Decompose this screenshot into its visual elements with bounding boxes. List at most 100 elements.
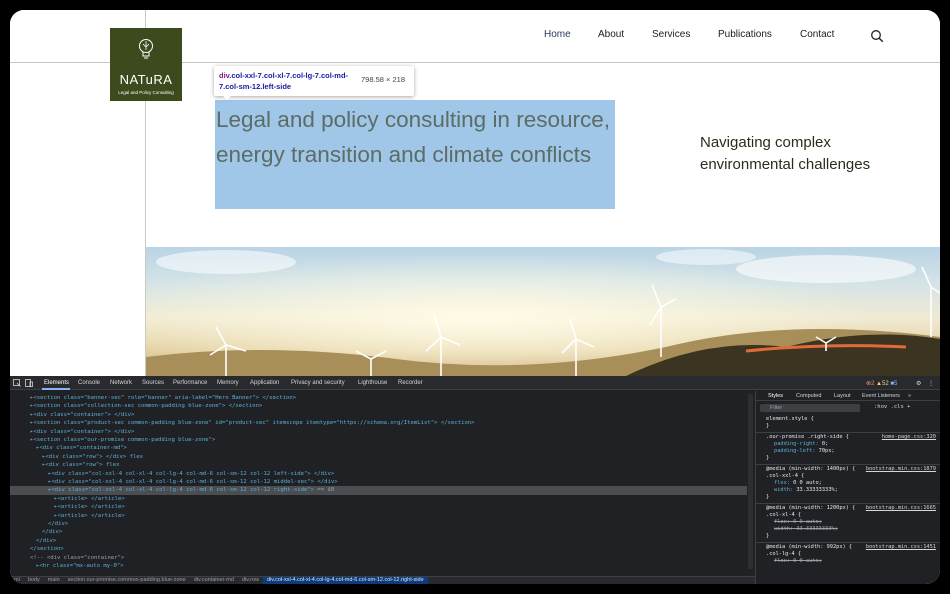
style-rule-line[interactable]: flex: 0 0 auto;	[774, 519, 822, 526]
style-rule-line[interactable]: .col-xxl-4 {	[766, 473, 804, 480]
rule-separator	[756, 503, 940, 504]
dom-node-line[interactable]: ▸<article> </article>	[10, 495, 125, 504]
dom-node-line[interactable]: ▸<div class="row"> </div> flex	[10, 453, 143, 462]
dom-node-line[interactable]: ▸<div class="container"> </div>	[10, 428, 134, 437]
tab-elements[interactable]: Elements	[44, 380, 69, 386]
settings-gear-icon[interactable]: ⚙	[916, 380, 921, 387]
tab-application[interactable]: Application	[250, 380, 279, 386]
style-rule-line[interactable]: flex: 0 0 auto;	[774, 480, 822, 487]
rule-source-link[interactable]: bootstrap.min.css:1665	[866, 505, 936, 512]
rule-source-link[interactable]: home-page.css:320	[882, 434, 936, 441]
tab-performance[interactable]: Performance	[173, 380, 207, 386]
device-toggle-icon[interactable]	[25, 379, 33, 387]
dom-node-line[interactable]: ▸<div class="col-xxl-4 col-xl-4 col-lg-4…	[10, 486, 747, 495]
error-count: 2	[871, 381, 875, 387]
site-logo[interactable]: NATuRA Legal and Policy Consulting	[110, 28, 182, 101]
search-icon[interactable]	[870, 29, 884, 43]
dom-node-line[interactable]: ▸<section class="product-sec common-padd…	[10, 419, 475, 428]
dom-node-line[interactable]: ▸<div class="col-xxl-4 col-xl-4 col-lg-4…	[10, 478, 338, 487]
nav-services[interactable]: Services	[652, 29, 690, 40]
dom-node-line[interactable]: </section>	[10, 545, 64, 554]
style-rule-line[interactable]: width: 33.33333333%;	[774, 526, 838, 533]
dom-node-line[interactable]: ▸<div class="container"> </div>	[10, 411, 134, 420]
style-rule-line[interactable]: @media (min-width: 992px) {	[766, 544, 852, 551]
hero-banner-image	[146, 247, 940, 376]
tab-computed[interactable]: Computed	[796, 393, 821, 399]
tab-recorder[interactable]: Recorder	[398, 380, 423, 386]
tab-layout[interactable]: Layout	[834, 393, 851, 399]
style-rule-line[interactable]: }	[766, 423, 769, 430]
dom-node-line[interactable]: ▸<div class="col-xxl-4 col-xl-4 col-lg-4…	[10, 470, 334, 479]
breadcrumb-item[interactable]: div.col-xxl-4.col-xl-4.col-lg-4.col-md-6…	[262, 577, 428, 584]
style-rule-line[interactable]: padding-left: 70px;	[774, 448, 835, 455]
style-rule-line[interactable]: padding-right: 0;	[774, 441, 828, 448]
styles-filter-input[interactable]: Filter	[760, 404, 860, 412]
tab-event-listeners[interactable]: Event Listeners	[862, 393, 900, 399]
browser-window: NATuRA Legal and Policy Consulting Home …	[10, 10, 940, 584]
style-rule-line[interactable]: flex: 0 0 auto;	[774, 558, 822, 565]
issue-badges[interactable]: ⊗2 ▲52 ■5	[866, 380, 897, 387]
devtools-tab-bar: Elements Console Network Sources Perform…	[10, 376, 940, 390]
dom-node-line[interactable]: ▸<section class="banner-sec" role="banne…	[10, 394, 296, 403]
tooltip-dimensions: 798.58 × 218	[361, 75, 406, 84]
tab-console[interactable]: Console	[78, 380, 100, 386]
dom-node-line[interactable]: ▸<div class="row"> flex	[10, 461, 119, 470]
element-breadcrumbs: ml body main section.our-promise.common-pad…	[10, 576, 755, 584]
tab-sources[interactable]: Sources	[142, 380, 164, 386]
tab-memory[interactable]: Memory	[217, 380, 239, 386]
style-rule-line[interactable]: @media (min-width: 1400px) {	[766, 466, 855, 473]
warning-count: 52	[882, 381, 889, 387]
styles-toolbar[interactable]: :hov .cls +	[874, 404, 910, 410]
tab-styles[interactable]: Styles	[768, 393, 783, 399]
hero-subtitle: Navigating complex environmental challen…	[700, 134, 871, 173]
nav-contact[interactable]: Contact	[800, 29, 834, 40]
info-count: 5	[893, 381, 898, 387]
style-rule-line[interactable]: }	[766, 533, 769, 540]
dom-node-line[interactable]: ▸<div class="container-md">	[10, 444, 127, 453]
nav-about[interactable]: About	[598, 29, 624, 40]
dom-node-line[interactable]: </div>	[10, 520, 68, 529]
dom-node-line[interactable]: </div>	[10, 537, 56, 546]
style-rule-line[interactable]: .col-xl-4 {	[766, 512, 801, 519]
rule-separator	[756, 542, 940, 543]
dom-node-line[interactable]: ▸<hr class="mx-auto my-0">	[10, 562, 124, 571]
logo-tagline: Legal and Policy Consulting	[118, 90, 174, 95]
nav-home[interactable]: Home	[544, 29, 571, 40]
more-options-icon[interactable]: ⋮	[928, 380, 934, 387]
style-rule-line[interactable]: element.style {	[766, 416, 814, 423]
breadcrumb-item[interactable]: main	[44, 577, 64, 584]
more-tabs-icon[interactable]: »	[908, 393, 911, 399]
style-rule-line[interactable]: .our-promise .right-side {	[766, 434, 849, 441]
tab-network[interactable]: Network	[110, 380, 132, 386]
breadcrumb-item[interactable]: body	[24, 577, 44, 584]
rule-source-link[interactable]: bootstrap.min.css:1451	[866, 544, 936, 551]
dom-tree[interactable]: ▸<section class="banner-sec" role="banne…	[10, 391, 755, 576]
style-rule-line[interactable]: .col-lg-4 {	[766, 551, 801, 558]
tab-privacy-security[interactable]: Privacy and security	[291, 380, 345, 386]
style-rule-line[interactable]: }	[766, 455, 769, 462]
breadcrumb-item[interactable]: div.container-md	[190, 577, 238, 584]
inspect-element-icon[interactable]	[13, 379, 21, 387]
inspector-tooltip: div.col-xxl-7.col-xl-7.col-lg-7.col-md-7…	[214, 66, 414, 96]
logo-name: NATuRA	[119, 72, 173, 87]
dom-node-line[interactable]: </div>	[10, 528, 62, 537]
style-rule-line[interactable]: @media (min-width: 1200px) {	[766, 505, 855, 512]
style-rule-line[interactable]: }	[766, 494, 769, 501]
style-rule-line[interactable]: width: 33.33333333%;	[774, 487, 838, 494]
dom-node-line[interactable]: ▸<section class="collection-sec common-p…	[10, 402, 262, 411]
breadcrumb-item[interactable]: section.our-promise.common-padding.blue-…	[64, 577, 190, 584]
breadcrumb-item[interactable]: ml	[10, 577, 24, 584]
dom-tree-scrollbar[interactable]	[748, 394, 753, 569]
lightbulb-icon	[139, 39, 153, 59]
rule-source-link[interactable]: bootstrap.min.css:1879	[866, 466, 936, 473]
dom-node-line[interactable]: ▸<article> </article>	[10, 512, 125, 521]
breadcrumb-item[interactable]: div.row	[238, 577, 263, 584]
tab-lighthouse[interactable]: Lighthouse	[358, 380, 387, 386]
rule-separator	[756, 464, 940, 465]
nav-publications[interactable]: Publications	[718, 29, 772, 40]
dom-node-line[interactable]: ▸<article> </article>	[10, 503, 125, 512]
devtools-panel: Elements Console Network Sources Perform…	[10, 376, 940, 584]
dom-node-line[interactable]: <!-- <div class="container">	[10, 554, 124, 563]
dom-node-line[interactable]: ▸<section class="our-promise common-padd…	[10, 436, 215, 445]
wind-turbines-landscape	[146, 247, 940, 376]
